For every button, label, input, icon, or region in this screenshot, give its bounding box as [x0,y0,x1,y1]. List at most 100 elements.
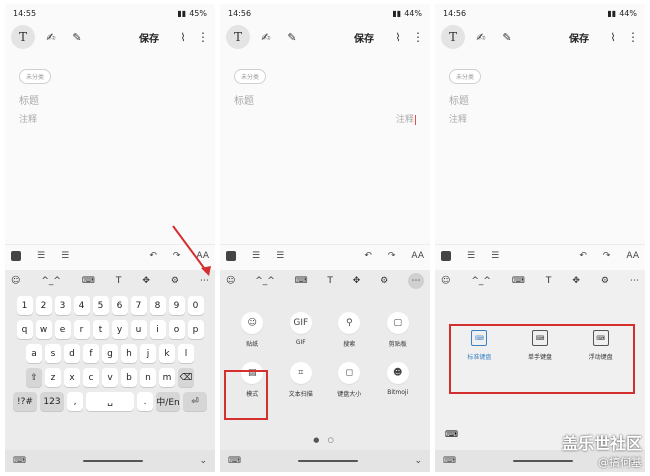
category-chip[interactable]: 未分类 [19,69,52,84]
save-button[interactable]: 保存 [354,30,374,45]
key-9[interactable]: 9 [168,296,185,315]
save-button[interactable]: 保存 [569,30,589,45]
note-field[interactable]: 注释 [19,112,37,125]
keyboard-switch-icon[interactable]: ⌨ [445,430,458,440]
key-p[interactable]: p [187,320,204,339]
keyboard-icon[interactable]: ⌨ [512,276,525,286]
key-j[interactable]: j [140,344,156,363]
key-m[interactable]: m [159,368,175,387]
handwriting-icon[interactable]: ✍ [256,27,276,47]
title-field[interactable]: 标题 [449,92,469,107]
attach-icon[interactable]: ⌇ [173,27,193,47]
menu-item-text-scan[interactable]: ⌗ 文本扫描 [277,362,326,398]
font-size-button[interactable]: AA [626,251,639,261]
key-b[interactable]: b [121,368,137,387]
key-f[interactable]: f [83,344,99,363]
handwriting-icon[interactable]: ✍ [471,27,491,47]
settings-icon[interactable]: ⚙ [601,276,609,286]
emoticon-icon[interactable]: ^_^ [255,276,275,286]
numbered-list-icon[interactable]: ☰ [252,251,260,261]
key-o[interactable]: o [168,320,185,339]
space-key[interactable]: ␣ [86,392,134,411]
emoji-icon[interactable]: ☺ [226,276,235,286]
keyboard-switch-icon[interactable]: ⌨ [228,456,241,466]
keyboard-icon[interactable]: ⌨ [295,276,308,286]
more-options-icon[interactable]: ⋮ [627,30,639,44]
numbered-list-icon[interactable]: ☰ [467,251,475,261]
key-2[interactable]: 2 [35,296,52,315]
drawing-icon[interactable]: ✎ [497,27,517,47]
emoji-icon[interactable]: ☺ [11,276,20,286]
key-u[interactable]: u [130,320,147,339]
key-s[interactable]: s [45,344,61,363]
key-d[interactable]: d [64,344,80,363]
title-field[interactable]: 标题 [234,92,254,107]
shift-key[interactable]: ⇧ [26,368,42,387]
handwriting-input-icon[interactable]: T [116,276,122,286]
attach-icon[interactable]: ⌇ [603,27,623,47]
emoticon-icon[interactable]: ^_^ [41,276,61,286]
key-3[interactable]: 3 [54,296,71,315]
cursor-move-icon[interactable]: ✥ [142,276,150,286]
language-key[interactable]: 中/En [156,392,180,411]
menu-item-clipboard[interactable]: ▢ 剪贴板 [374,312,423,348]
key-y[interactable]: y [111,320,128,339]
numbered-list-icon[interactable]: ☰ [37,251,45,261]
home-indicator[interactable] [82,460,143,462]
handwriting-input-icon[interactable]: T [327,276,333,286]
menu-item-sticker[interactable]: ☺ 贴纸 [228,312,277,348]
note-field[interactable]: 注释 [396,112,416,125]
more-icon[interactable]: ⋯ [407,273,424,289]
redo-icon[interactable]: ↷ [603,251,611,261]
handwriting-icon[interactable]: ✍ [41,27,61,47]
home-indicator[interactable] [297,460,358,462]
emoticon-icon[interactable]: ^_^ [471,276,491,286]
redo-icon[interactable]: ↷ [388,251,396,261]
hide-keyboard-icon[interactable]: ⌄ [414,456,422,466]
menu-item-gif[interactable]: GIF GIF [277,312,326,348]
keyboard-icon[interactable]: ⌨ [82,276,95,286]
enter-key[interactable]: ⏎ [183,392,207,411]
key-g[interactable]: g [102,344,118,363]
key-1[interactable]: 1 [16,296,33,315]
bullet-list-icon[interactable]: ☰ [276,251,284,261]
key-z[interactable]: z [45,368,61,387]
category-chip[interactable]: 未分类 [449,69,482,84]
drawing-icon[interactable]: ✎ [67,27,87,47]
undo-icon[interactable]: ↶ [579,251,587,261]
key-q[interactable]: q [16,320,33,339]
category-chip[interactable]: 未分类 [234,69,267,84]
emoji-icon[interactable]: ☺ [441,276,450,286]
hide-keyboard-icon[interactable]: ⌄ [199,456,207,466]
drawing-icon[interactable]: ✎ [282,27,302,47]
checkbox-icon[interactable] [11,250,21,261]
keyboard-switch-icon[interactable]: ⌨ [13,456,26,466]
cursor-move-icon[interactable]: ✥ [572,276,580,286]
undo-icon[interactable]: ↶ [149,251,157,261]
key-c[interactable]: c [83,368,99,387]
key-x[interactable]: x [64,368,80,387]
key-w[interactable]: w [35,320,52,339]
more-icon[interactable]: ⋯ [630,276,639,286]
keyboard-switch-icon[interactable]: ⌨ [443,456,456,466]
key-0[interactable]: 0 [187,296,204,315]
key-h[interactable]: h [121,344,137,363]
comma-key[interactable]: , [67,392,83,411]
undo-icon[interactable]: ↶ [364,251,372,261]
font-size-button[interactable]: AA [411,251,424,261]
period-key[interactable]: . [137,392,153,411]
key-6[interactable]: 6 [111,296,128,315]
key-t[interactable]: t [92,320,109,339]
key-n[interactable]: n [140,368,156,387]
handwriting-input-icon[interactable]: T [546,276,552,286]
settings-icon[interactable]: ⚙ [380,276,388,286]
title-field[interactable]: 标题 [19,92,39,107]
save-button[interactable]: 保存 [139,30,159,45]
text-mode-button[interactable]: T [11,25,35,49]
key-4[interactable]: 4 [73,296,90,315]
bullet-list-icon[interactable]: ☰ [491,251,499,261]
key-5[interactable]: 5 [92,296,109,315]
checkbox-icon[interactable] [441,250,451,261]
key-a[interactable]: a [26,344,42,363]
menu-item-search[interactable]: ⚲ 搜索 [325,312,374,348]
